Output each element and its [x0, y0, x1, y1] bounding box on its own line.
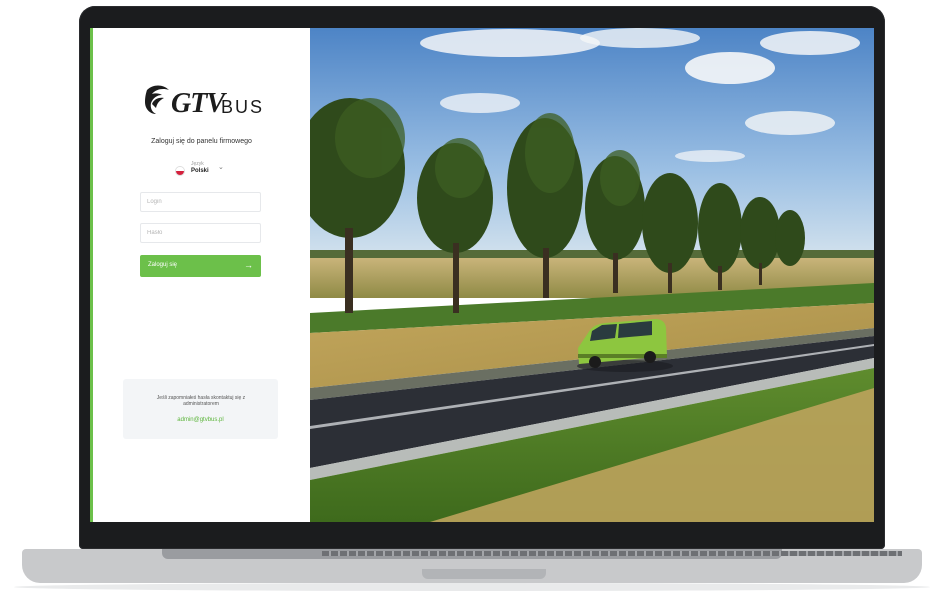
- logo-suffix: BUS: [221, 97, 265, 117]
- keyboard-keys: [322, 551, 902, 556]
- admin-email-link[interactable]: admin@gtvbus.pl: [123, 417, 278, 423]
- language-value: Polski: [191, 168, 209, 174]
- login-input[interactable]: [140, 192, 261, 212]
- logo-text: GTV: [171, 88, 225, 119]
- laptop-shadow: [14, 583, 930, 591]
- login-button-label: Zaloguj się: [148, 262, 178, 268]
- login-subtitle: Zaloguj się do panelu firmowego: [151, 138, 252, 145]
- logo-bird-icon: [145, 85, 169, 114]
- help-box: Jeśli zapomniałeś hasła skontaktuj się z…: [123, 379, 278, 439]
- hero-photo: [310, 28, 874, 522]
- language-selector[interactable]: Język Polski ⌄: [175, 161, 235, 181]
- help-text: Jeśli zapomniałeś hasła skontaktuj się z…: [156, 395, 246, 407]
- gtv-bus-logo: GTV BUS: [143, 84, 273, 124]
- screen: GTV BUS Zaloguj się do panelu firmowego …: [90, 28, 874, 522]
- language-caption: Język: [191, 161, 204, 167]
- laptop-base: [22, 549, 922, 583]
- landscape-illustration: [310, 28, 874, 522]
- arrow-right-icon: →: [244, 260, 253, 270]
- poland-flag-icon: [175, 166, 185, 176]
- login-button[interactable]: Zaloguj się →: [140, 255, 261, 277]
- trackpad-notch: [422, 569, 546, 579]
- chevron-down-icon: ⌄: [218, 164, 224, 171]
- password-input[interactable]: [140, 223, 261, 243]
- keyboard-hinge: [162, 549, 902, 559]
- login-panel: GTV BUS Zaloguj się do panelu firmowego …: [93, 28, 310, 522]
